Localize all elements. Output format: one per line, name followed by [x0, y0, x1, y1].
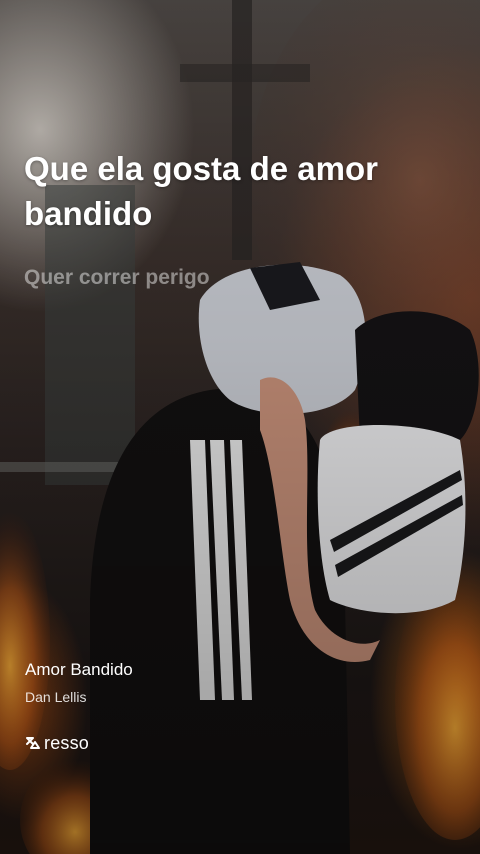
resso-logo-icon [26, 737, 40, 749]
resso-brand: resso [25, 733, 89, 753]
lyrics-video-frame: Que ela gosta de amor bandido Quer corre… [0, 0, 480, 854]
brand-name: resso [44, 733, 90, 753]
artist-name: Dan Lellis [25, 689, 87, 705]
current-lyric-line: Que ela gosta de amor bandido [24, 150, 378, 232]
photo-dim-overlay [0, 0, 480, 854]
song-title: Amor Bandido [25, 660, 133, 679]
next-lyric-line: Quer correr perigo [24, 266, 210, 289]
track-info: Amor Bandido Dan Lellis [25, 659, 133, 706]
lyrics-panel: Que ela gosta de amor bandido Quer corre… [24, 146, 444, 292]
